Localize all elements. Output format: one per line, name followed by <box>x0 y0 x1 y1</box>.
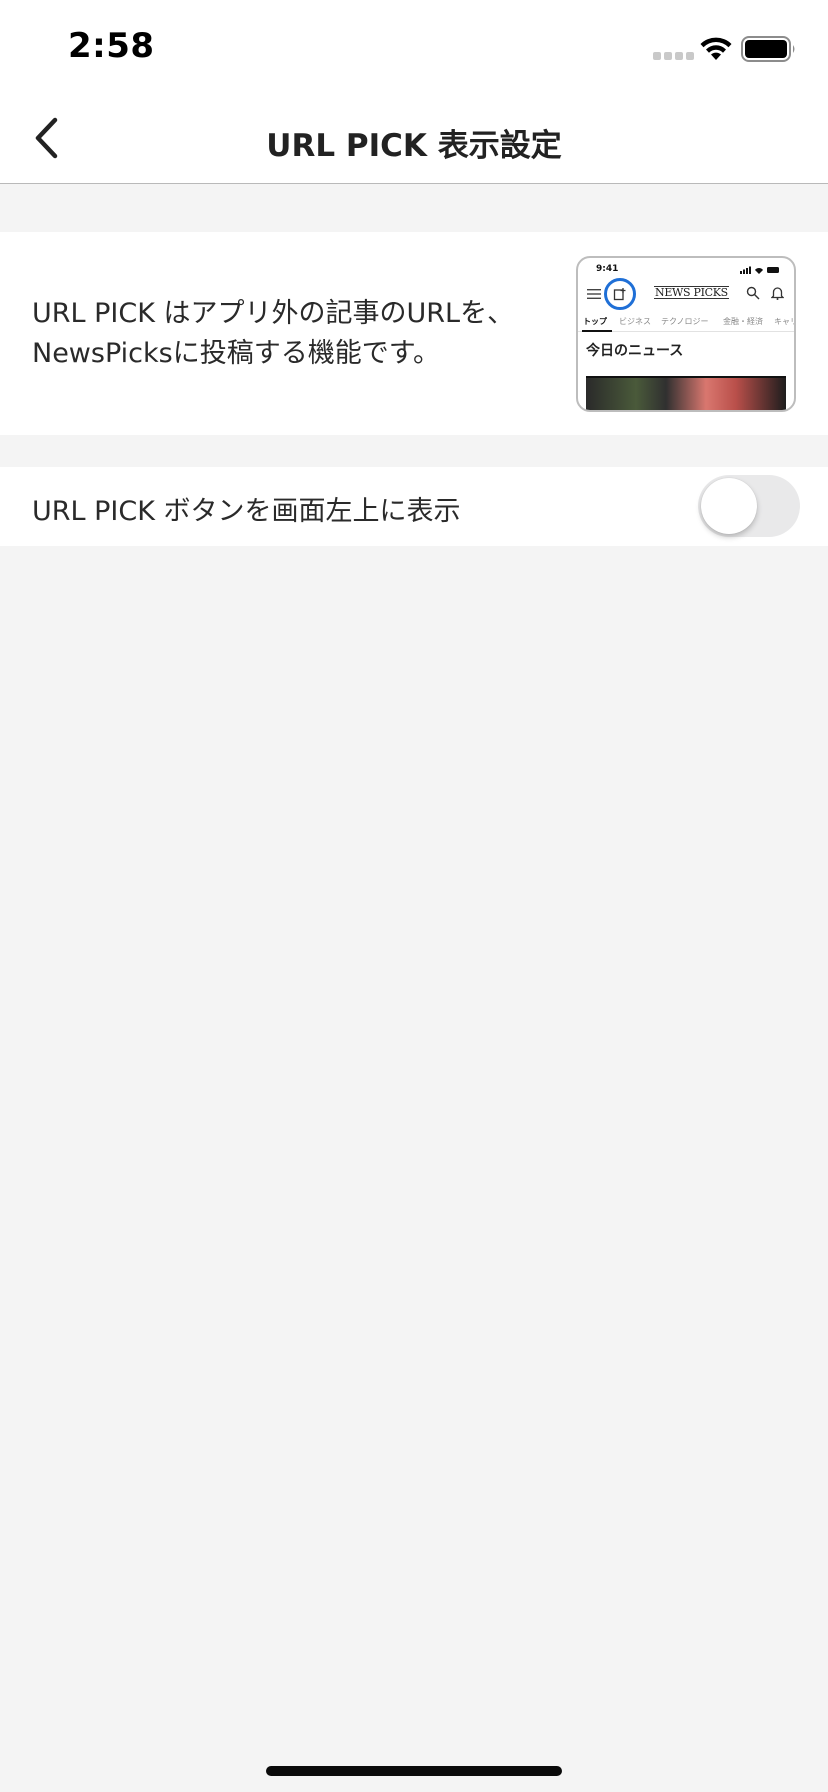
preview-tabs: トップ ビジネス テクノロジー 金融・経済 キャリ <box>578 314 796 332</box>
url-pick-button-toggle[interactable] <box>698 475 800 537</box>
home-indicator <box>266 1766 562 1776</box>
battery-icon <box>741 36 795 62</box>
preview-search-icon <box>746 286 760 300</box>
setting-row-url-pick-button: URL PICK ボタンを画面左上に表示 <box>0 467 828 546</box>
toggle-knob <box>701 478 757 534</box>
preview-url-pick-icon <box>604 278 636 310</box>
navigation-bar: URL PICK 表示設定 <box>0 92 828 184</box>
description-section: URL PICK はアプリ外の記事のURLを、NewsPicksに投稿する機能で… <box>0 232 828 435</box>
preview-screenshot: 9:41 NEWS PICKS トップ ビジネス テクノロジー 金融・経済 キャ… <box>576 256 796 412</box>
preview-news-photo <box>586 376 786 410</box>
preview-tab: キャリ <box>774 317 796 326</box>
cellular-signal-icon <box>653 52 694 60</box>
preview-status-time: 9:41 <box>596 264 619 274</box>
preview-menu-icon <box>587 289 601 299</box>
preview-tab: トップ <box>583 317 607 326</box>
preview-tab: ビジネス <box>619 317 651 326</box>
page-title: URL PICK 表示設定 <box>266 128 562 164</box>
preview-tab: 金融・経済 <box>723 317 763 326</box>
setting-label: URL PICK ボタンを画面左上に表示 <box>32 496 461 527</box>
status-bar: 2:58 <box>0 0 828 92</box>
preview-tab-underline <box>582 330 612 332</box>
screen: 2:58 URL PICK 表示設定 URL PICK はアプリ外の記事のURL… <box>0 0 828 1792</box>
preview-logo: NEWS PICKS <box>654 286 729 299</box>
preview-tab: テクノロジー <box>661 317 709 326</box>
preview-status-icons <box>740 266 779 274</box>
preview-heading: 今日のニュース <box>586 343 684 359</box>
status-time: 2:58 <box>68 26 155 66</box>
preview-bell-icon <box>771 287 784 300</box>
description-text: URL PICK はアプリ外の記事のURLを、NewsPicksに投稿する機能で… <box>32 298 515 369</box>
wifi-icon <box>700 37 732 60</box>
